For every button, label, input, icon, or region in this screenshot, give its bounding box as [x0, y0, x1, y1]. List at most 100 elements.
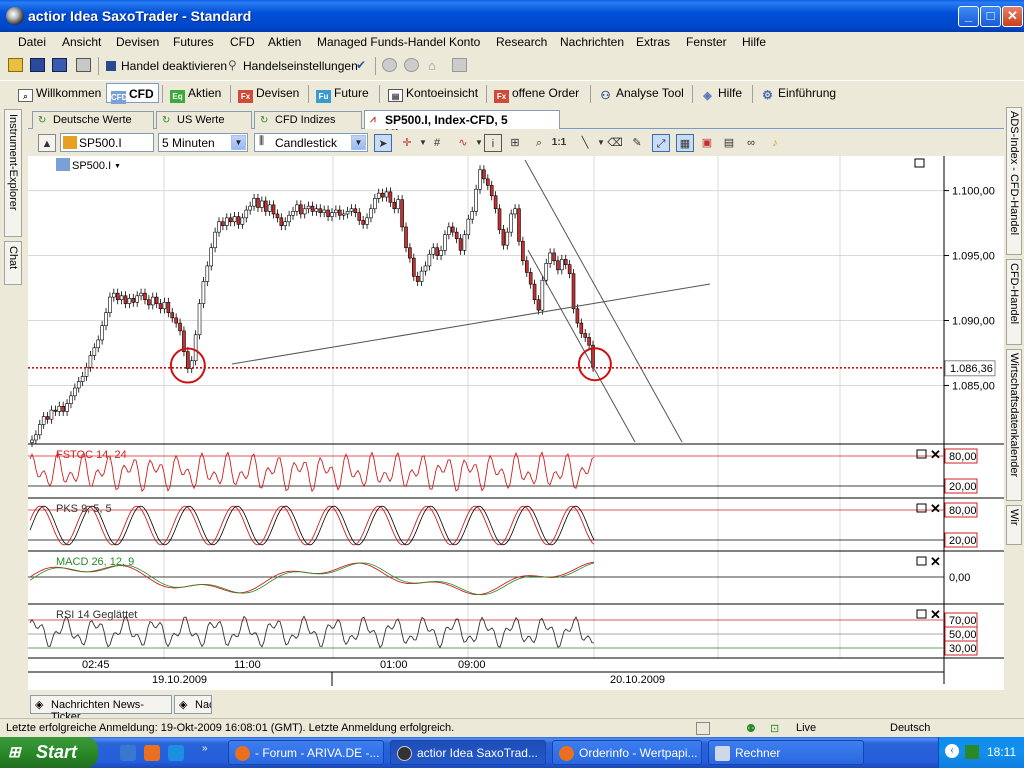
add-chart-icon[interactable]: ⊞ — [506, 134, 524, 152]
menu-research[interactable]: Research — [496, 35, 547, 49]
handel-deaktivieren-button[interactable]: Handel deaktivieren — [121, 59, 227, 73]
save-icon[interactable] — [30, 58, 45, 72]
cfd-icon: CFD — [111, 91, 128, 104]
close-button[interactable]: ✕ — [1002, 6, 1023, 27]
chat-tab[interactable]: Chat — [4, 241, 22, 285]
maximize-button[interactable]: □ — [980, 6, 1001, 27]
module-willkommen[interactable]: ⌕ Willkommen — [14, 83, 105, 103]
menu-konto[interactable]: Konto — [449, 35, 480, 49]
collapse-arrow-icon[interactable]: ▲ — [38, 134, 56, 152]
pattern-tool-icon[interactable]: ▦ — [676, 134, 694, 152]
wir-tab[interactable]: Wir — [1006, 505, 1022, 545]
news-icon: ◈ — [35, 699, 44, 711]
compare-icon[interactable]: ▣ — [698, 134, 716, 152]
draw-icon[interactable]: ✎ — [628, 134, 646, 152]
module-label: Hilfe — [718, 86, 743, 100]
one-to-one-button[interactable]: 1:1 — [550, 134, 568, 152]
quicklaunch-more-icon[interactable]: » — [202, 743, 208, 754]
module-aktien[interactable]: Eq Aktien — [166, 83, 225, 103]
tray-app-icon[interactable] — [965, 745, 979, 759]
candle-body — [470, 211, 475, 220]
indicator-level-label: 50,00 — [949, 629, 977, 641]
show-desktop-icon[interactable] — [120, 745, 136, 761]
interval-select[interactable]: 5 Minuten ▼ — [158, 133, 248, 152]
check-icon[interactable]: ✔ — [356, 58, 371, 72]
taskbar-item-forum[interactable]: - Forum - ARIVA.DE -... — [228, 740, 384, 765]
account-icon: ▤ — [388, 89, 403, 102]
trendline-tool-icon[interactable]: ⤢ — [652, 134, 670, 152]
forward-icon[interactable] — [404, 58, 419, 72]
tab-news-ticker[interactable]: ◈ Nachrichten News-Ticker — [30, 695, 172, 723]
ads-index-tab[interactable]: ADS-Index - CFD-Handel — [1006, 107, 1022, 255]
tab-deutsche-werte[interactable]: ↻ Deutsche Werte — [32, 111, 154, 129]
toolbar-separator — [162, 85, 163, 103]
menu-futures[interactable]: Futures — [173, 35, 214, 49]
menu-cfd[interactable]: CFD — [230, 35, 255, 49]
instrument-field[interactable]: SP500.I — [60, 133, 154, 152]
candle-body — [575, 308, 580, 324]
taskbar-item-rechner[interactable]: Rechner — [708, 740, 864, 765]
menu-devisen[interactable]: Devisen — [116, 35, 159, 49]
tab-news-2[interactable]: ◈ Nac — [174, 695, 212, 714]
menu-managed-funds[interactable]: Managed Funds-Handel — [317, 35, 446, 49]
module-einfuehrung[interactable]: ⚙ Einführung — [756, 83, 840, 103]
start-button[interactable]: ⊞ Start — [0, 737, 98, 768]
back-icon[interactable] — [382, 58, 397, 72]
tab-cfd-indizes[interactable]: ↻ CFD Indizes — [254, 111, 362, 129]
tab-us-werte[interactable]: ↻ US Werte — [156, 111, 252, 129]
cfd-handel-tab[interactable]: CFD-Handel — [1006, 259, 1022, 345]
pointer-tool-icon[interactable]: ➤ — [374, 134, 392, 152]
print-icon[interactable] — [76, 58, 91, 72]
time-label-1100: 11:00 — [234, 659, 261, 671]
instrument-explorer-tab[interactable]: Instrument-Explorer — [4, 109, 22, 237]
module-devisen[interactable]: Fx Devisen — [234, 83, 303, 103]
menu-extras[interactable]: Extras — [636, 35, 670, 49]
tray-expand-icon[interactable]: ‹ — [945, 744, 959, 758]
stop-trading-icon[interactable] — [106, 61, 116, 71]
save-all-icon[interactable] — [52, 58, 67, 72]
zoom-icon[interactable]: ⌕ — [530, 134, 548, 152]
eraser-icon[interactable]: ⌫ — [606, 134, 624, 152]
ie-icon[interactable] — [168, 745, 184, 761]
candle-body — [135, 295, 139, 303]
export-icon[interactable]: ▤ — [720, 134, 738, 152]
firefox-icon[interactable] — [144, 745, 160, 761]
windows-flag-icon: ⊞ — [8, 744, 21, 761]
candle-body — [486, 178, 490, 186]
module-analyse-tool[interactable]: ⚇ Analyse Tool — [594, 83, 688, 103]
taskbar-item-saxotrader[interactable]: actior Idea SaxoTrad... — [390, 740, 546, 765]
grid-icon[interactable]: # — [428, 134, 446, 152]
support-trendline[interactable] — [231, 283, 711, 365]
module-cfd[interactable]: CFD CFD — [106, 83, 159, 104]
minimize-button[interactable]: _ — [958, 6, 979, 27]
menu-datei[interactable]: Datei — [18, 35, 46, 49]
module-future[interactable]: Fu Future — [312, 83, 373, 103]
open-folder-icon[interactable] — [8, 58, 23, 72]
alarm-bell-icon[interactable]: ♪ — [766, 134, 784, 152]
tab-sp500-chart[interactable]: ⩘SP500.I, Index-CFD, 5 Minuten — [364, 110, 560, 141]
module-kontoeinsicht[interactable]: ▤ Kontoeinsicht — [384, 83, 482, 103]
module-offene-order[interactable]: Fx offene Order — [490, 83, 583, 103]
module-hilfe[interactable]: ◈ Hilfe — [696, 83, 746, 103]
channel-line-upper[interactable] — [524, 159, 683, 443]
menu-ansicht[interactable]: Ansicht — [62, 35, 101, 49]
chart-instrument-label[interactable]: SP500.I — [72, 160, 111, 172]
home-icon[interactable]: ⌂ — [428, 58, 443, 73]
menu-aktien[interactable]: Aktien — [268, 35, 301, 49]
refresh-icon[interactable] — [452, 58, 467, 72]
taskbar-item-orderinfo[interactable]: Orderinfo - Wertpapi... — [552, 740, 702, 765]
chart-type-select[interactable]: ⫼ Candlestick ▼ — [254, 133, 368, 152]
handelseinstellungen-button[interactable]: Handelseinstellungen — [243, 59, 358, 73]
menu-nachrichten[interactable]: Nachrichten — [560, 35, 624, 49]
candle-body — [112, 292, 116, 298]
panel-maximize-icon[interactable] — [914, 158, 925, 168]
chart-area[interactable]: 1.100,00 1.095,00 1.090,00 1.085,00 1.086,3… — [28, 156, 1004, 690]
menu-hilfe[interactable]: Hilfe — [742, 35, 766, 49]
wirtschaftsdatenkalender-tab[interactable]: Wirtschaftsdatenkalender — [1006, 349, 1022, 501]
link-icon[interactable]: ∞ — [742, 134, 760, 152]
info-icon[interactable]: i — [484, 134, 502, 152]
channel-line-lower[interactable] — [527, 249, 636, 443]
chevron-down-icon[interactable]: ▼ — [114, 163, 121, 170]
price-chart[interactable]: 1.100,00 1.095,00 1.090,00 1.085,00 1.086,3… — [28, 156, 1004, 690]
menu-fenster[interactable]: Fenster — [686, 35, 727, 49]
